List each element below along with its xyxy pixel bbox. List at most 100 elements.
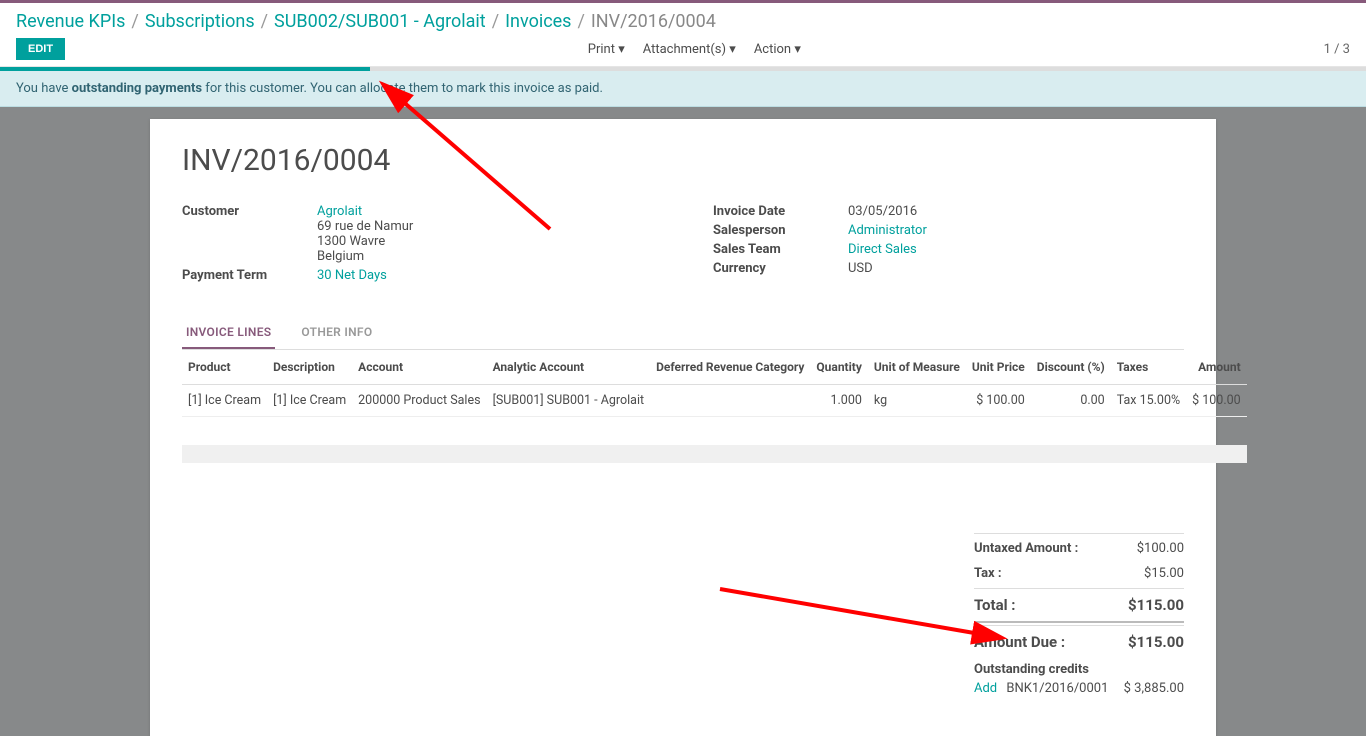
status-progress	[0, 67, 370, 71]
caret-down-icon: ▾	[729, 42, 736, 57]
toolbar-center: Print ▾ Attachment(s) ▾ Action ▾	[65, 42, 1324, 57]
field-customer: Customer Agrolait 69 rue de Namur 1300 W…	[182, 204, 653, 264]
customer-country: Belgium	[317, 249, 364, 264]
edit-button[interactable]: EDIT	[16, 38, 65, 60]
crumb-sep: /	[492, 11, 499, 32]
crumb-current: INV/2016/0004	[591, 11, 716, 32]
crumb-sep: /	[261, 11, 268, 32]
col-analytic: Analytic Account	[487, 350, 651, 385]
sales-team-link[interactable]: Direct Sales	[848, 242, 917, 257]
col-discount: Discount (%)	[1031, 350, 1111, 385]
payment-term-label: Payment Term	[182, 268, 317, 283]
invoice-date-label: Invoice Date	[713, 204, 848, 219]
row-total: Total : $115.00	[974, 591, 1184, 619]
canvas: INV/2016/0004 Customer Agrolait 69 rue d…	[0, 107, 1366, 736]
cell-product: [1] Ice Cream	[182, 385, 267, 417]
invoice-date-value: 03/05/2016	[848, 204, 1184, 219]
total-label: Total :	[974, 596, 1016, 614]
cell-discount: 0.00	[1031, 385, 1111, 417]
caret-down-icon: ▾	[618, 42, 625, 57]
sales-team-label: Sales Team	[713, 242, 848, 257]
customer-city: 1300 Wavre	[317, 234, 385, 249]
caret-down-icon: ▾	[794, 42, 801, 57]
col-account: Account	[352, 350, 486, 385]
table-spacer	[182, 417, 1247, 445]
tax-value: $15.00	[1144, 566, 1184, 581]
print-label: Print	[588, 42, 615, 57]
total-value: $115.00	[1128, 596, 1184, 614]
salesperson-link[interactable]: Administrator	[848, 223, 927, 238]
notice-pre: You have	[16, 81, 72, 96]
fields-right: Invoice Date 03/05/2016 Salesperson Admi…	[713, 204, 1184, 287]
col-qty: Quantity	[810, 350, 867, 385]
print-menu[interactable]: Print ▾	[588, 42, 625, 57]
invoice-lines-table: Product Description Account Analytic Acc…	[182, 350, 1247, 463]
breadcrumb: Revenue KPIs / Subscriptions / SUB002/SU…	[16, 11, 1350, 32]
col-amount: Amount	[1186, 350, 1247, 385]
crumb-sub-ref[interactable]: SUB002/SUB001 - Agrolait	[274, 11, 486, 32]
cell-deferred	[650, 385, 810, 417]
cell-uom: kg	[868, 385, 966, 417]
currency-value: USD	[848, 261, 1184, 276]
tab-invoice-lines[interactable]: INVOICE LINES	[182, 317, 275, 349]
fields-left: Customer Agrolait 69 rue de Namur 1300 W…	[182, 204, 653, 287]
add-credit-link[interactable]: Add	[974, 681, 997, 696]
cell-analytic: [SUB001] SUB001 - Agrolait	[487, 385, 651, 417]
action-label: Action	[754, 42, 791, 57]
action-menu[interactable]: Action ▾	[754, 42, 801, 57]
crumb-revenue-kpis[interactable]: Revenue KPIs	[16, 11, 125, 32]
tab-other-info[interactable]: OTHER INFO	[297, 317, 376, 349]
customer-street: 69 rue de Namur	[317, 219, 413, 234]
cell-qty: 1.000	[810, 385, 867, 417]
credit-ref: BNK1/2016/0001	[1006, 681, 1108, 696]
outstanding-notice: You have outstanding payments for this c…	[0, 71, 1366, 107]
toolbar: EDIT Print ▾ Attachment(s) ▾ Action ▾ 1 …	[16, 38, 1350, 66]
cell-taxes: Tax 15.00%	[1111, 385, 1186, 417]
table-row[interactable]: [1] Ice Cream [1] Ice Cream 200000 Produ…	[182, 385, 1247, 417]
col-product: Product	[182, 350, 267, 385]
annotation-arrow-2	[710, 579, 1010, 663]
due-label: Amount Due :	[974, 633, 1065, 651]
outstanding-credits: Outstanding credits Add BNK1/2016/0001 $…	[974, 662, 1184, 696]
table-filler	[182, 445, 1247, 463]
notice-post: for this customer. You can allocate them…	[202, 81, 603, 96]
customer-label: Customer	[182, 204, 317, 264]
pager[interactable]: 1 / 3	[1324, 42, 1350, 57]
due-value: $115.00	[1128, 633, 1184, 651]
crumb-sep: /	[131, 11, 138, 32]
row-untaxed: Untaxed Amount : $100.00	[974, 536, 1184, 561]
outstanding-title: Outstanding credits	[974, 662, 1184, 677]
crumb-invoices[interactable]: Invoices	[505, 11, 571, 32]
cell-account: 200000 Product Sales	[352, 385, 486, 417]
field-currency: Currency USD	[713, 261, 1184, 276]
row-tax: Tax : $15.00	[974, 561, 1184, 586]
field-sales-team: Sales Team Direct Sales	[713, 242, 1184, 257]
fields: Customer Agrolait 69 rue de Namur 1300 W…	[182, 204, 1184, 287]
outstanding-line: Add BNK1/2016/0001 $ 3,885.00	[974, 681, 1184, 696]
field-payment-term: Payment Term 30 Net Days	[182, 268, 653, 283]
cell-unit-price: $ 100.00	[966, 385, 1031, 417]
header: Revenue KPIs / Subscriptions / SUB002/SU…	[0, 3, 1366, 67]
cell-amount: $ 100.00	[1186, 385, 1247, 417]
invoice-title: INV/2016/0004	[182, 143, 1184, 178]
totals: Untaxed Amount : $100.00 Tax : $15.00 To…	[974, 533, 1184, 696]
untaxed-label: Untaxed Amount :	[974, 541, 1078, 556]
customer-value: Agrolait 69 rue de Namur 1300 Wavre Belg…	[317, 204, 653, 264]
cell-description: [1] Ice Cream	[267, 385, 352, 417]
customer-link[interactable]: Agrolait	[317, 204, 362, 219]
payment-term-link[interactable]: 30 Net Days	[317, 268, 387, 283]
attachments-menu[interactable]: Attachment(s) ▾	[643, 42, 736, 57]
crumb-sep: /	[577, 11, 584, 32]
status-bar	[0, 67, 1366, 71]
currency-label: Currency	[713, 261, 848, 276]
field-salesperson: Salesperson Administrator	[713, 223, 1184, 238]
credit-amount: $ 3,885.00	[1124, 681, 1184, 696]
col-description: Description	[267, 350, 352, 385]
notice-strong: outstanding payments	[72, 81, 202, 96]
crumb-subscriptions[interactable]: Subscriptions	[145, 11, 255, 32]
invoice-sheet: INV/2016/0004 Customer Agrolait 69 rue d…	[150, 119, 1216, 736]
untaxed-value: $100.00	[1137, 541, 1184, 556]
tabs: INVOICE LINES OTHER INFO	[182, 317, 1184, 350]
col-unit-price: Unit Price	[966, 350, 1031, 385]
attachments-label: Attachment(s)	[643, 42, 726, 57]
